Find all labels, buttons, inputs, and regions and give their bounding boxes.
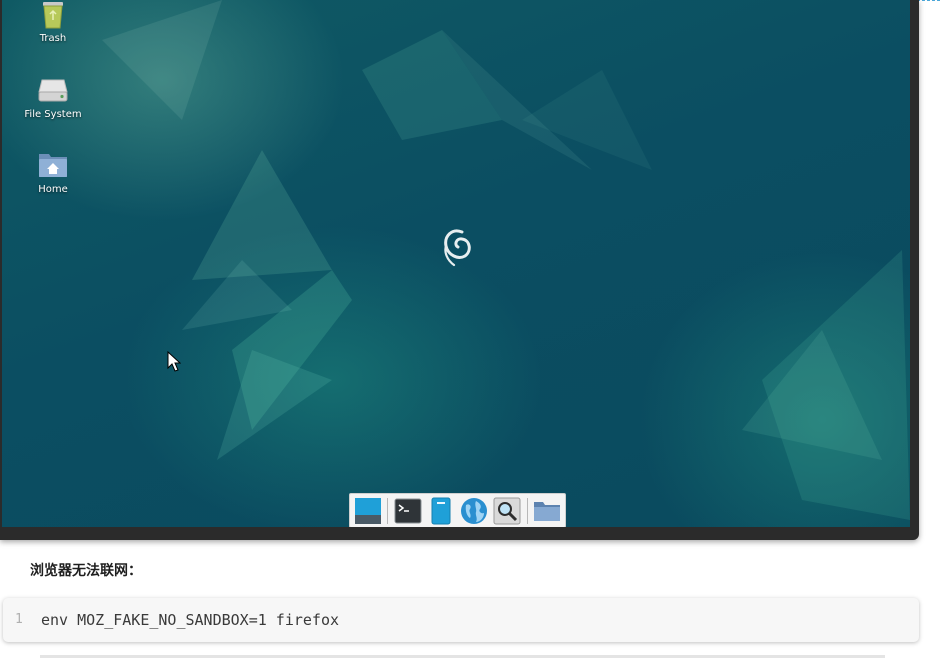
vm-screenshot-frame: Trash File System Home [0,0,919,540]
dock-file-manager-button[interactable] [426,496,455,526]
dock-terminal-button[interactable] [393,496,422,526]
desktop-icon-trash[interactable]: Trash [18,0,88,44]
dock-folder-button[interactable] [533,496,562,526]
show-desktop-icon [354,497,381,524]
folder-icon [534,501,561,521]
code-line-text[interactable]: env MOZ_FAKE_NO_SANDBOX=1 firefox [41,611,339,629]
dock-app-finder-button[interactable] [493,496,522,526]
code-line-number: 1 [15,612,23,627]
code-block[interactable]: 1 env MOZ_FAKE_NO_SANDBOX=1 firefox [3,598,919,642]
magnifier-icon [493,497,521,524]
terminal-icon [394,498,422,523]
home-folder-icon [36,147,70,181]
section-caption: 浏览器无法联网： [30,563,142,579]
globe-icon [461,497,488,524]
desktop-area[interactable]: Trash File System Home [2,0,910,527]
dock-web-browser-button[interactable] [459,496,488,526]
desktop-icon-label: Home [38,184,68,195]
desktop-icon-file-system[interactable]: File System [18,72,88,120]
desktop-icon-label: Trash [39,33,67,44]
desktop-icon-home[interactable]: Home [18,147,88,195]
dock-panel [349,493,566,527]
desktop-icon-label: File System [24,109,82,120]
dock-show-desktop-button[interactable] [353,496,382,526]
drive-icon [36,72,70,106]
debian-swirl-icon [444,229,471,267]
dock-separator [387,497,389,524]
mouse-pointer-icon [167,351,181,372]
dock-separator [526,497,528,524]
file-manager-icon [431,497,451,524]
trash-icon [36,0,70,30]
